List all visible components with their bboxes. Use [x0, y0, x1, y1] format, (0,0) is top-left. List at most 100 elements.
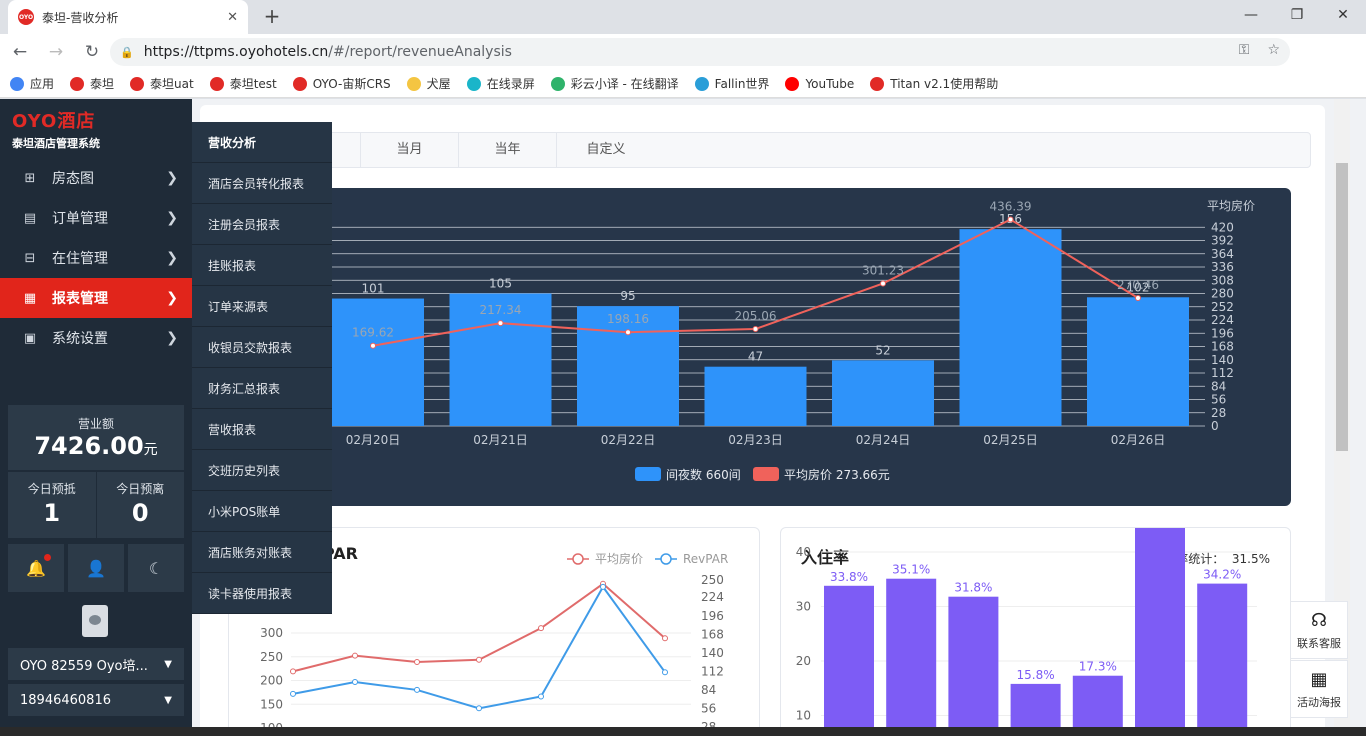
contact-support-button[interactable]: ☊ 联系客服 [1290, 601, 1348, 659]
report-card: 当月 当年 自定义 0 28 56 84 112 140 168 196 224 252 280 308 3… [200, 105, 1325, 727]
bookmark-item[interactable]: 泰坦uat [130, 75, 194, 92]
sidebar-item-label: 报表管理 [52, 291, 108, 307]
bar [832, 360, 934, 426]
browser-tab[interactable]: OYO 泰坦-营收分析 ✕ [8, 0, 248, 34]
close-window-button[interactable]: ✕ [1320, 0, 1366, 30]
submenu-item[interactable]: 注册会员报表 [192, 204, 332, 245]
period-tab[interactable]: 当月 [361, 133, 459, 167]
new-tab-button[interactable]: + [260, 4, 284, 28]
bar-value-label: 47 [748, 350, 763, 364]
submenu-item[interactable]: 挂账报表 [192, 245, 332, 286]
submenu-item[interactable]: 交班历史列表 [192, 450, 332, 491]
chevron-right-icon: ❯ [166, 250, 178, 266]
sidebar-item[interactable]: ▦ 报表管理 ❯ [0, 278, 192, 318]
y2-tick-label: 140 [701, 646, 724, 660]
y2-tick-label: 28 [1211, 406, 1226, 420]
submenu-item[interactable]: 财务汇总报表 [192, 368, 332, 409]
star-icon[interactable]: ☆ [1267, 42, 1280, 58]
price-point [370, 342, 376, 349]
bookmark-item[interactable]: 犬屋 [406, 75, 451, 92]
bookmark-item[interactable]: YouTube [785, 76, 854, 91]
sidebar-item[interactable]: ⊞ 房态图 ❯ [0, 158, 192, 198]
bookmark-icon [209, 76, 224, 91]
quick-actions: 🔔 👤 ☾ [8, 544, 184, 592]
occupancy-value-label: 34.2% [1203, 568, 1241, 582]
submenu-item[interactable]: 酒店会员转化报表 [192, 163, 332, 204]
app-root: OYO酒店 泰坦酒店管理系统 ⊞ 房态图 ❯ ▤ 订单管理 ❯ ⊟ 在住管理 ❯ ▦ 报表管理 ❯ ▣ 系… [0, 99, 1366, 727]
bell-icon[interactable]: 🔔 [8, 544, 64, 592]
chevron-right-icon: ❯ [166, 330, 178, 346]
legend-label: 平均房价 273.66元 [784, 467, 890, 482]
bookmark-label: 泰坦 [90, 77, 115, 91]
tab-title: 泰坦-营收分析 [42, 10, 119, 25]
main-content: 当月 当年 自定义 0 28 56 84 112 140 168 196 224 252 280 308 3… [192, 99, 1334, 727]
url-host: https://ttpms.oyohotels.cn [143, 44, 329, 60]
bed-icon: ⊟ [24, 250, 36, 266]
event-poster-button[interactable]: ▦ 活动海报 [1290, 660, 1348, 718]
period-tab[interactable]: 当年 [459, 133, 557, 167]
bookmark-icon [694, 76, 709, 91]
submenu-item[interactable]: 酒店账务对账表 [192, 532, 332, 573]
y-tick-label: 300 [260, 626, 283, 640]
line-point [414, 686, 420, 693]
sidebar-item[interactable]: ▣ 系统设置 ❯ [0, 318, 192, 358]
back-icon[interactable]: ← [4, 36, 36, 68]
bookmark-item[interactable]: 泰坦test [209, 75, 277, 92]
legend-marker [660, 553, 672, 565]
submenu-item[interactable]: 收银员交款报表 [192, 327, 332, 368]
legend-label: RevPAR [683, 552, 728, 566]
sidebar-item[interactable]: ⊟ 在住管理 ❯ [0, 238, 192, 278]
url-path: /#/report/revenueAnalysis [328, 44, 512, 60]
price-point [1135, 295, 1141, 302]
submenu-item[interactable]: 营收报表 [192, 409, 332, 450]
bookmark-label: Fallin世界 [714, 77, 770, 91]
submenu-item[interactable]: 读卡器使用报表 [192, 573, 332, 614]
submenu-item[interactable]: 订单来源表 [192, 286, 332, 327]
revenue-unit: 元 [143, 442, 158, 458]
y2-tick-label: 420 [1211, 220, 1234, 234]
card-reader-icon[interactable] [82, 605, 108, 637]
bookmark-item[interactable]: Fallin世界 [694, 75, 770, 92]
key-icon[interactable]: ⚿ [1239, 42, 1250, 58]
bookmark-item[interactable]: Titan v2.1使用帮助 [870, 75, 998, 92]
minimize-button[interactable]: — [1228, 0, 1274, 30]
forward-icon[interactable]: → [40, 36, 72, 68]
occupancy-value-label: 35.1% [892, 563, 930, 577]
bookmark-item[interactable]: 在线录屏 [466, 75, 535, 92]
y-tick-label: 250 [260, 650, 283, 664]
legend-swatch [635, 467, 661, 481]
legend-swatch [753, 467, 779, 481]
occupancy-bar [1010, 683, 1061, 727]
line-point [290, 690, 296, 697]
phone-select[interactable]: 18946460816 ▼ [8, 684, 184, 716]
period-tab[interactable]: 自定义 [557, 133, 655, 167]
scrollbar-thumb[interactable] [1336, 163, 1348, 451]
reload-icon[interactable]: ↻ [76, 36, 108, 68]
night-audit-icon[interactable]: ☾ [128, 544, 184, 592]
submenu-item[interactable]: 营收分析 [192, 122, 332, 163]
y2-tick-label: 168 [701, 627, 724, 641]
submenu-item[interactable]: 小米POS账单 [192, 491, 332, 532]
y2-tick-label: 252 [1211, 300, 1234, 314]
y-tick-label: 200 [260, 674, 283, 688]
chevron-right-icon: ❯ [166, 290, 178, 306]
maximize-button[interactable]: ❐ [1274, 0, 1320, 30]
hotel-select[interactable]: OYO 82559 Oyo培... ▼ [8, 648, 184, 680]
line-point [538, 693, 544, 700]
sidebar: OYO酒店 泰坦酒店管理系统 ⊞ 房态图 ❯ ▤ 订单管理 ❯ ⊟ 在住管理 ❯ ▦ 报表管理 ❯ ▣ 系… [0, 99, 192, 727]
url-field[interactable]: 🔒 https://ttpms.oyohotels.cn/#/report/re… [110, 38, 1290, 66]
sidebar-item[interactable]: ▤ 订单管理 ❯ [0, 198, 192, 238]
bookmark-item[interactable]: 彩云小译 - 在线翻译 [550, 75, 679, 92]
user-icon[interactable]: 👤 [68, 544, 124, 592]
bookmark-item[interactable]: 泰坦 [70, 75, 114, 92]
bookmark-item[interactable]: OYO-宙斯CRS [292, 75, 391, 92]
settings-icon: ▣ [23, 330, 37, 346]
bookmark-label: 应用 [30, 77, 55, 91]
line-point [476, 656, 482, 663]
bookmark-item[interactable]: 应用 [10, 75, 54, 92]
bookmark-label: 泰坦test [229, 77, 277, 91]
sidebar-item-label: 系统设置 [52, 331, 108, 347]
nights-price-chart-svg: 0285684112140168196224252280308336364392… [230, 198, 1255, 482]
price-point [880, 280, 886, 287]
close-tab-icon[interactable]: ✕ [227, 10, 238, 25]
